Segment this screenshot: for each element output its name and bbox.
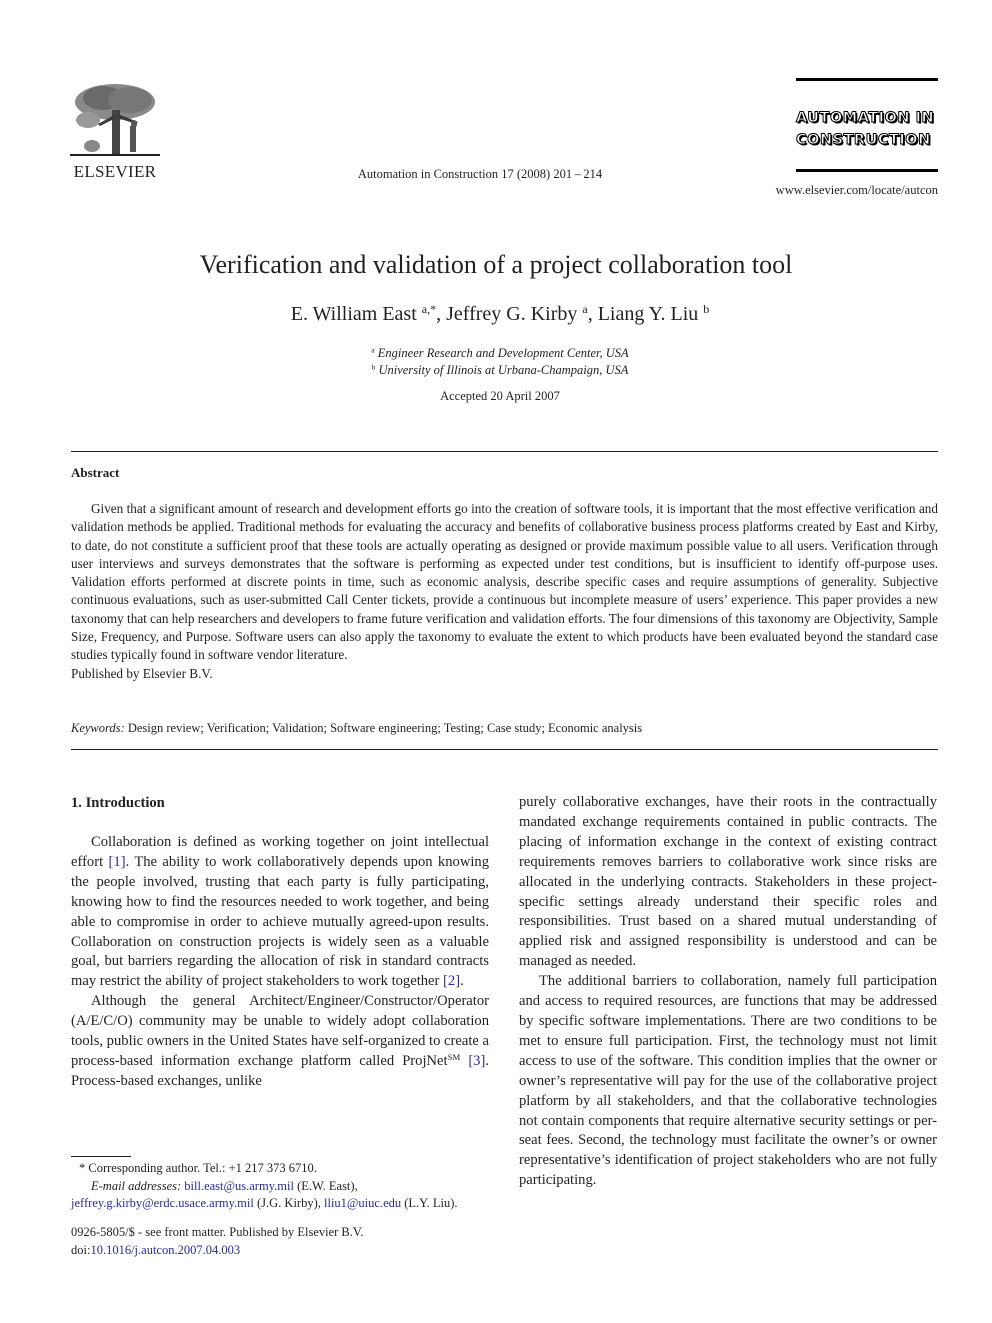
email-line: jeffrey.g.kirby@erdc.usace.army.mil (J.G… <box>71 1195 501 1213</box>
body-column-left: Collaboration is defined as working toge… <box>71 833 489 1092</box>
keywords-label: Keywords: <box>71 721 125 735</box>
email-link[interactable]: bill.east@us.army.mil <box>184 1179 294 1193</box>
abstract-heading: Abstract <box>71 465 120 480</box>
affiliation-text: Engineer Research and Development Center… <box>377 346 629 360</box>
affiliation: b University of Illinois at Urbana-Champ… <box>200 363 800 378</box>
keywords: Keywords: Design review; Verification; V… <box>71 721 938 736</box>
elsevier-tree-icon <box>68 80 162 160</box>
paragraph: purely collaborative exchanges, have the… <box>519 794 937 970</box>
footnote-rule <box>71 1156 131 1157</box>
text-run: . <box>460 973 464 990</box>
divider <box>71 451 938 452</box>
author-affiliation-mark[interactable]: b <box>703 302 709 316</box>
publisher-note: Published by Elsevier B.V. <box>71 665 213 681</box>
journal-citation: Automation in Construction 17 (2008) 201… <box>357 167 603 181</box>
doi-prefix: doi: <box>71 1242 91 1257</box>
author-list: E. William East a,*, Jeffrey G. Kirby a,… <box>290 301 710 325</box>
email-owner: (J.G. Kirby), <box>253 1196 324 1210</box>
author-name: Liang Y. Liu <box>597 303 699 325</box>
paragraph: The additional barriers to collaboration… <box>519 973 937 1189</box>
corresponding-author-note: * Corresponding author. Tel.: +1 217 373… <box>79 1161 317 1175</box>
divider <box>71 749 938 750</box>
article-title: Verification and validation of a project… <box>199 250 793 279</box>
paragraph: Although the general Architect/Engineer/… <box>71 992 489 1092</box>
front-matter: 0926-5805/$ - see front matter. Publishe… <box>71 1224 501 1259</box>
journal-brand[interactable]: AUTOMATION IN CONSTRUCTION <box>796 78 938 174</box>
author-name: E. William East <box>290 303 417 325</box>
brand-rule-top <box>796 78 938 81</box>
reference-link[interactable]: [3] <box>468 1053 485 1069</box>
affiliation: a Engineer Research and Development Cent… <box>200 346 800 361</box>
abstract-text: Given that a significant amount of resea… <box>71 501 938 663</box>
doi-line: doi:10.1016/j.autcon.2007.04.003 <box>71 1242 501 1260</box>
journal-brand-line2: CONSTRUCTION <box>796 132 931 149</box>
email-owner: (L.Y. Liu). <box>401 1196 458 1210</box>
author-affiliation-mark[interactable]: a,* <box>422 302 436 316</box>
journal-brand-line1: AUTOMATION IN <box>796 110 935 127</box>
paragraph: Collaboration is defined as working toge… <box>71 833 489 992</box>
text-run: Although the general Architect/Engineer/… <box>71 993 489 1069</box>
email-label: E-mail addresses: <box>91 1178 182 1193</box>
footnotes: * Corresponding author. Tel.: +1 217 373… <box>71 1160 501 1213</box>
abstract-body: Given that a significant amount of resea… <box>71 500 938 683</box>
keywords-list: Design review; Verification; Validation;… <box>127 721 643 735</box>
reference-link[interactable]: [2] <box>443 973 460 989</box>
author-name: Jeffrey G. Kirby <box>446 303 578 325</box>
elsevier-logo[interactable]: ELSEVIER <box>68 80 162 184</box>
affiliation-text: University of Illinois at Urbana-Champai… <box>378 363 629 377</box>
email-owner: (E.W. East), <box>293 1178 358 1193</box>
affiliation-mark: a <box>371 345 375 355</box>
elsevier-wordmark: ELSEVIER <box>73 162 157 181</box>
service-mark: SM <box>447 1051 461 1062</box>
journal-url-link[interactable]: www.elsevier.com/locate/autcon <box>740 183 938 198</box>
issn-line: 0926-5805/$ - see front matter. Publishe… <box>71 1225 364 1239</box>
email-line: E-mail addresses: bill.east@us.army.mil … <box>71 1178 501 1196</box>
body-column-right: purely collaborative exchanges, have the… <box>519 793 937 1191</box>
reference-link[interactable]: [1] <box>109 854 126 870</box>
affiliation-mark: b <box>371 362 376 372</box>
section-heading: 1. Introduction <box>71 795 165 811</box>
text-run: . The ability to work collaboratively de… <box>71 853 490 990</box>
doi-link[interactable]: 10.1016/j.autcon.2007.04.003 <box>90 1243 240 1257</box>
email-link[interactable]: lliu1@uiuc.edu <box>324 1196 401 1210</box>
email-link[interactable]: jeffrey.g.kirby@erdc.usace.army.mil <box>71 1196 254 1210</box>
accepted-date: Accepted 20 April 2007 <box>440 389 560 403</box>
brand-rule-bottom <box>796 169 938 172</box>
